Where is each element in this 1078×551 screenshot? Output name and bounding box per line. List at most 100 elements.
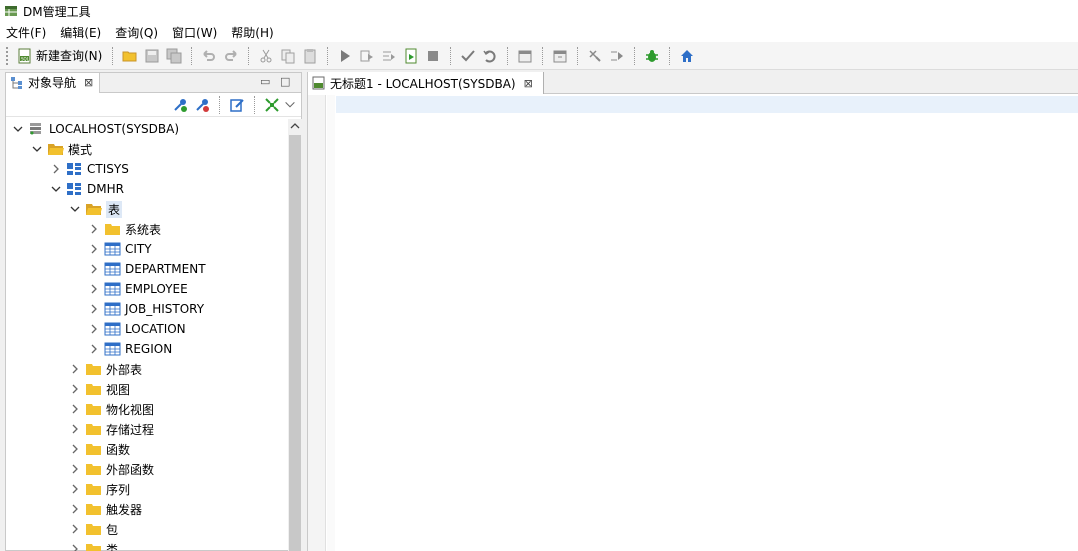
chevron-right-icon[interactable] [88, 263, 100, 275]
scrollbar-thumb[interactable] [289, 135, 301, 551]
tree-item[interactable]: 类 [69, 539, 118, 551]
debug-button[interactable] [641, 45, 663, 67]
menu-query[interactable]: 查询(Q) [115, 24, 158, 41]
edit-button[interactable] [226, 94, 248, 116]
schema-icon [66, 182, 83, 196]
tree-item[interactable]: 表 [69, 199, 123, 219]
folder-icon [85, 482, 102, 496]
chevron-right-icon[interactable] [88, 343, 100, 355]
tree-item[interactable]: 存储过程 [69, 419, 154, 439]
maximize-icon[interactable]: □ [280, 75, 290, 88]
redo-button[interactable] [220, 45, 242, 67]
paste-button[interactable] [299, 45, 321, 67]
chevron-down-icon[interactable] [12, 123, 24, 135]
tree-item[interactable]: EMPLOYEE [88, 279, 188, 299]
chevron-right-icon[interactable] [69, 383, 81, 395]
tree-item[interactable]: 触发器 [69, 499, 142, 519]
scissors-icon [260, 49, 272, 62]
tree-item[interactable]: DMHR [50, 179, 124, 199]
cut-button[interactable] [255, 45, 277, 67]
chevron-down-icon[interactable] [69, 203, 81, 215]
tree-item[interactable]: 物化视图 [69, 399, 154, 419]
chevron-right-icon[interactable] [69, 463, 81, 475]
disconnect-button[interactable] [191, 94, 213, 116]
tree-item[interactable]: 视图 [69, 379, 130, 399]
tab-untitled-query[interactable]: 无标题1 - LOCALHOST(SYSDBA) ⊠ [308, 72, 544, 94]
schedule-edit-button[interactable] [549, 45, 571, 67]
close-icon[interactable]: ⊠ [84, 76, 93, 89]
tree-item[interactable]: REGION [88, 339, 172, 359]
home-button[interactable] [676, 45, 698, 67]
chevron-down-icon [285, 101, 295, 107]
menu-file[interactable]: 文件(F) [6, 24, 46, 41]
chevron-down-icon[interactable] [31, 143, 43, 155]
tree-item[interactable]: 外部表 [69, 359, 142, 379]
chevron-right-icon[interactable] [69, 543, 81, 551]
chevron-down-icon[interactable] [50, 183, 62, 195]
save-button[interactable] [141, 45, 163, 67]
tree-item-label: EMPLOYEE [125, 282, 188, 296]
chevron-right-icon[interactable] [69, 363, 81, 375]
run-script-icon [405, 48, 417, 63]
tree-item[interactable]: LOCALHOST(SYSDBA) [12, 119, 179, 139]
chevron-right-icon[interactable] [50, 163, 62, 175]
tree-item[interactable]: 模式 [31, 139, 92, 159]
chevron-right-icon[interactable] [88, 323, 100, 335]
chevron-right-icon[interactable] [88, 303, 100, 315]
chevron-right-icon[interactable] [69, 523, 81, 535]
explain-button[interactable] [378, 45, 400, 67]
tree-item[interactable]: 包 [69, 519, 118, 539]
rollback-button[interactable] [479, 45, 501, 67]
tree-item-label: 系统表 [125, 222, 162, 237]
chevron-right-icon[interactable] [88, 283, 100, 295]
debug-step-button[interactable] [584, 45, 606, 67]
run-button[interactable] [334, 45, 356, 67]
folder-open-icon [122, 51, 137, 61]
menu-window[interactable]: 窗口(W) [172, 24, 217, 41]
table-icon [104, 302, 121, 316]
scroll-up-icon[interactable] [290, 121, 300, 131]
schedule-button[interactable] [514, 45, 536, 67]
close-icon[interactable]: ⊠ [524, 77, 533, 90]
chevron-right-icon[interactable] [69, 483, 81, 495]
save-icon [145, 49, 159, 62]
expand-button[interactable] [261, 94, 283, 116]
chevron-right-icon[interactable] [69, 503, 81, 515]
tree-item[interactable]: 外部函数 [69, 459, 154, 479]
tree-scrollbar[interactable] [288, 119, 302, 551]
stop-button[interactable] [422, 45, 444, 67]
tree-item-label: LOCATION [125, 322, 186, 336]
tree-item[interactable]: JOB_HISTORY [88, 299, 204, 319]
chevron-right-icon[interactable] [88, 223, 100, 235]
tree-item[interactable]: LOCATION [88, 319, 186, 339]
tab-object-navigator[interactable]: 对象导航 ⊠ [6, 72, 101, 93]
undo-button[interactable] [198, 45, 220, 67]
tree-item[interactable]: 序列 [69, 479, 130, 499]
chevron-right-icon[interactable] [69, 403, 81, 415]
tree-item-label: 外部函数 [106, 462, 155, 477]
chevron-right-icon[interactable] [88, 243, 100, 255]
menu-edit[interactable]: 编辑(E) [60, 24, 101, 41]
menu-help[interactable]: 帮助(H) [231, 24, 273, 41]
save-all-button[interactable] [163, 45, 185, 67]
connect-button[interactable] [169, 94, 191, 116]
new-query-button[interactable]: SQL 新建查询(N) [13, 45, 106, 67]
chevron-right-icon[interactable] [69, 443, 81, 455]
commit-button[interactable] [457, 45, 479, 67]
run-selection-button[interactable] [356, 45, 378, 67]
run-script-button[interactable] [400, 45, 422, 67]
tree-item[interactable]: CTISYS [50, 159, 129, 179]
sql-editor[interactable] [336, 96, 1078, 113]
minimize-icon[interactable]: ▭ [260, 75, 270, 88]
tree-item[interactable]: DEPARTMENT [88, 259, 206, 279]
copy-button[interactable] [277, 45, 299, 67]
folder-icon [85, 542, 102, 551]
tree-item[interactable]: 函数 [69, 439, 130, 459]
tree-item[interactable]: 系统表 [88, 219, 161, 239]
view-menu-button[interactable] [283, 94, 297, 116]
debug-next-button[interactable] [606, 45, 628, 67]
tree-item[interactable]: CITY [88, 239, 152, 259]
open-button[interactable] [119, 45, 141, 67]
chevron-right-icon[interactable] [69, 423, 81, 435]
paste-icon [304, 48, 316, 63]
